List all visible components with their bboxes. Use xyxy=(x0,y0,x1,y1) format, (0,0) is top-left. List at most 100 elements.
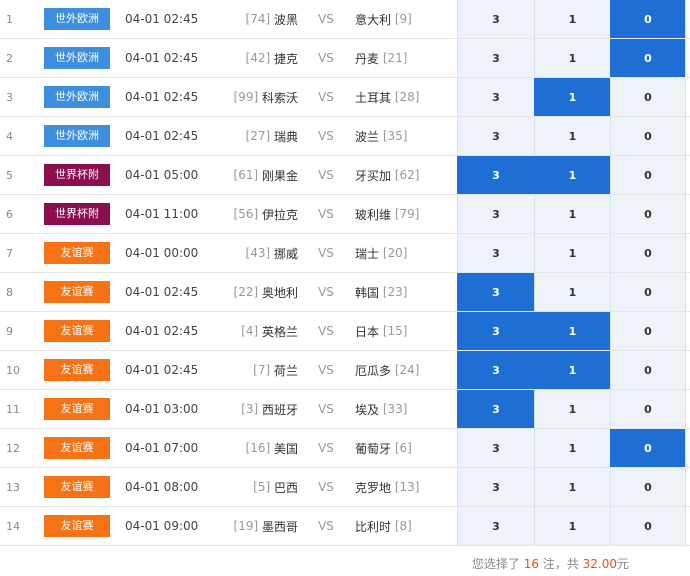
option-lose[interactable]: 0 xyxy=(610,429,686,467)
away-team-name: 比利时 xyxy=(355,519,392,534)
option-win[interactable]: 3 xyxy=(457,273,534,311)
option-win[interactable]: 3 xyxy=(457,351,534,389)
league-badge[interactable]: 友谊赛 xyxy=(44,359,110,381)
home-team-name: 科索沃 xyxy=(261,90,298,105)
league-badge[interactable]: 世外欧洲 xyxy=(44,47,110,69)
match-row: 1 世外欧洲 04-01 02:45 [74] 波黑 VS 意大利 [9] 3 1 0 xyxy=(0,0,690,39)
option-draw[interactable]: 1 xyxy=(534,312,610,350)
option-lose[interactable]: 0 xyxy=(610,195,686,233)
home-team: [7] 荷兰 xyxy=(210,351,298,389)
match-number: 2 xyxy=(0,39,30,77)
vs-label: VS xyxy=(318,480,334,494)
option-win[interactable]: 3 xyxy=(457,156,534,194)
home-team: [19] 墨西哥 xyxy=(210,507,298,545)
option-draw[interactable]: 1 xyxy=(534,273,610,311)
option-draw[interactable]: 1 xyxy=(534,429,610,467)
league-badge[interactable]: 世界杯附 xyxy=(44,164,110,186)
option-lose[interactable]: 0 xyxy=(610,78,686,116)
option-draw[interactable]: 1 xyxy=(534,468,610,506)
away-team: 日本 [15] xyxy=(355,312,455,350)
vs-label: VS xyxy=(318,402,334,416)
match-row: 4 世外欧洲 04-01 02:45 [27] 瑞典 VS 波兰 [35] 3 1 0 xyxy=(0,117,690,156)
league-badge[interactable]: 友谊赛 xyxy=(44,398,110,420)
option-draw[interactable]: 1 xyxy=(534,78,610,116)
league-badge[interactable]: 世界杯附 xyxy=(44,203,110,225)
away-rank: [28] xyxy=(394,90,420,104)
away-rank: [9] xyxy=(394,12,412,26)
option-lose[interactable]: 0 xyxy=(610,351,686,389)
option-win[interactable]: 3 xyxy=(457,429,534,467)
option-win[interactable]: 3 xyxy=(457,0,534,38)
home-team: [42] 捷克 xyxy=(210,39,298,77)
option-draw[interactable]: 1 xyxy=(534,39,610,77)
league-badge[interactable]: 友谊赛 xyxy=(44,515,110,537)
match-row: 7 友谊赛 04-01 00:00 [43] 挪威 VS 瑞士 [20] 3 1 0 xyxy=(0,234,690,273)
home-team-name: 奥地利 xyxy=(261,285,298,300)
home-rank: [61] xyxy=(233,168,259,182)
vs-label: VS xyxy=(318,51,334,65)
match-row: 14 友谊赛 04-01 09:00 [19] 墨西哥 VS 比利时 [8] 3 1 0 xyxy=(0,507,690,546)
option-lose[interactable]: 0 xyxy=(610,39,686,77)
option-win[interactable]: 3 xyxy=(457,39,534,77)
away-team-name: 土耳其 xyxy=(355,90,392,105)
option-win[interactable]: 3 xyxy=(457,507,534,545)
option-lose[interactable]: 0 xyxy=(610,390,686,428)
option-lose[interactable]: 0 xyxy=(610,312,686,350)
option-lose[interactable]: 0 xyxy=(610,507,686,545)
away-rank: [35] xyxy=(382,129,408,143)
league-cell: 世界杯附 xyxy=(44,195,110,233)
summary-middle: 注，共 xyxy=(538,557,583,571)
away-team: 玻利维 [79] xyxy=(355,195,455,233)
option-draw[interactable]: 1 xyxy=(534,0,610,38)
league-badge[interactable]: 世外欧洲 xyxy=(44,8,110,30)
option-draw[interactable]: 1 xyxy=(534,390,610,428)
league-badge[interactable]: 世外欧洲 xyxy=(44,125,110,147)
away-rank: [23] xyxy=(382,285,408,299)
option-win[interactable]: 3 xyxy=(457,312,534,350)
option-win[interactable]: 3 xyxy=(457,234,534,272)
vs-label: VS xyxy=(318,12,334,26)
vs-label: VS xyxy=(318,324,334,338)
match-number: 4 xyxy=(0,117,30,155)
option-win[interactable]: 3 xyxy=(457,78,534,116)
league-cell: 友谊赛 xyxy=(44,273,110,311)
option-lose[interactable]: 0 xyxy=(610,156,686,194)
home-team: [3] 西班牙 xyxy=(210,390,298,428)
league-badge[interactable]: 友谊赛 xyxy=(44,437,110,459)
option-draw[interactable]: 1 xyxy=(534,507,610,545)
match-number-text: 14 xyxy=(6,519,20,533)
option-lose[interactable]: 0 xyxy=(610,273,686,311)
vs-label: VS xyxy=(318,363,334,377)
league-badge[interactable]: 友谊赛 xyxy=(44,242,110,264)
league-badge[interactable]: 友谊赛 xyxy=(44,320,110,342)
option-win[interactable]: 3 xyxy=(457,390,534,428)
option-draw[interactable]: 1 xyxy=(534,117,610,155)
option-win[interactable]: 3 xyxy=(457,468,534,506)
option-draw[interactable]: 1 xyxy=(534,351,610,389)
option-draw[interactable]: 1 xyxy=(534,156,610,194)
league-badge[interactable]: 世外欧洲 xyxy=(44,86,110,108)
away-team-name: 瑞士 xyxy=(355,246,380,261)
league-badge[interactable]: 友谊赛 xyxy=(44,281,110,303)
league-badge[interactable]: 友谊赛 xyxy=(44,476,110,498)
option-lose[interactable]: 0 xyxy=(610,468,686,506)
league-cell: 友谊赛 xyxy=(44,234,110,272)
option-draw[interactable]: 1 xyxy=(534,195,610,233)
vs-label: VS xyxy=(318,90,334,104)
match-number: 1 xyxy=(0,0,30,38)
option-win[interactable]: 3 xyxy=(457,195,534,233)
option-lose[interactable]: 0 xyxy=(610,117,686,155)
home-rank: [19] xyxy=(233,519,259,533)
bet-summary: 您选择了 16 注，共 32.00元 xyxy=(0,555,629,572)
option-lose[interactable]: 0 xyxy=(610,234,686,272)
home-team-name: 美国 xyxy=(273,441,298,456)
home-team: [99] 科索沃 xyxy=(210,78,298,116)
away-team-name: 丹麦 xyxy=(355,51,380,66)
option-win[interactable]: 3 xyxy=(457,117,534,155)
home-rank: [56] xyxy=(233,207,259,221)
away-rank: [15] xyxy=(382,324,408,338)
match-number: 5 xyxy=(0,156,30,194)
option-lose[interactable]: 0 xyxy=(610,0,686,38)
option-draw[interactable]: 1 xyxy=(534,234,610,272)
league-cell: 友谊赛 xyxy=(44,390,110,428)
